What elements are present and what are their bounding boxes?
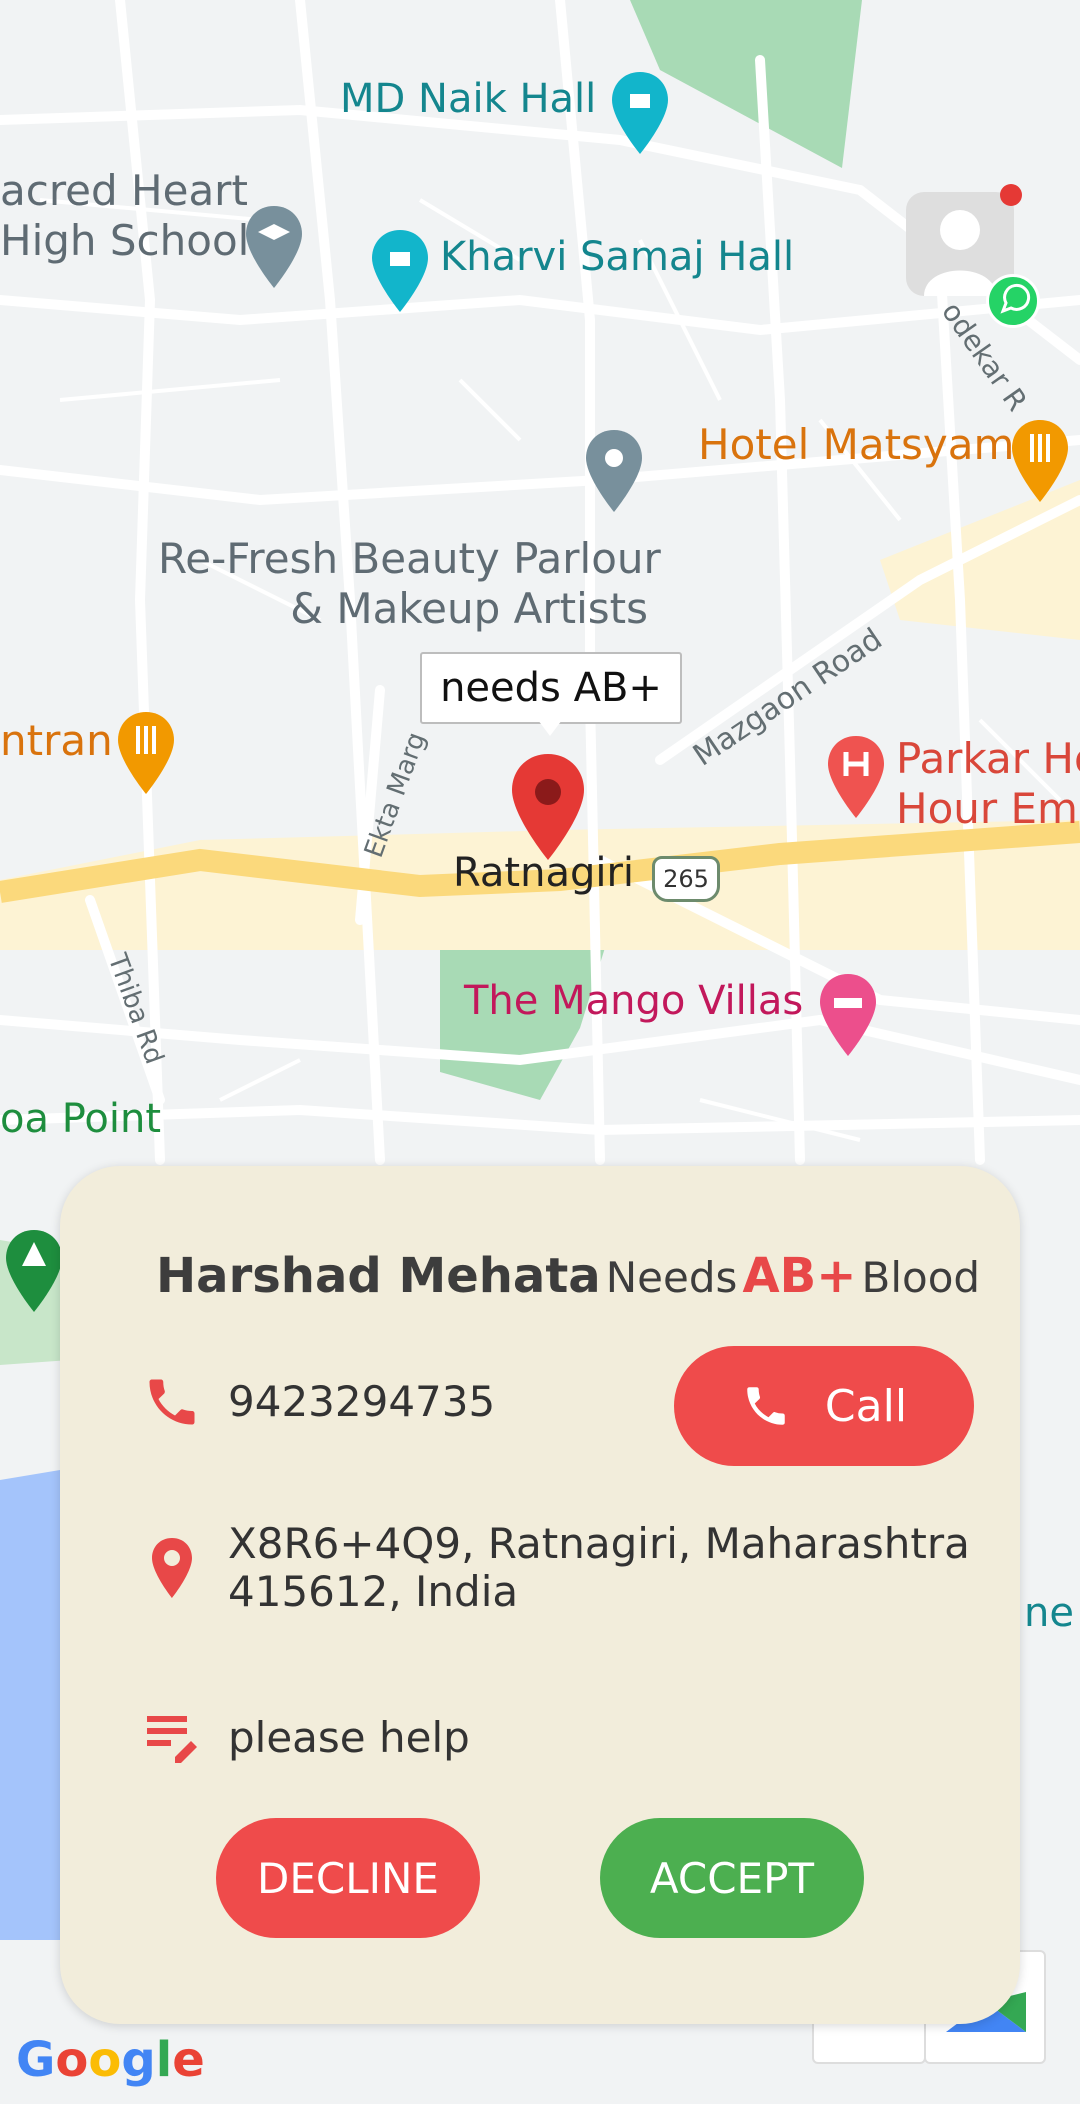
school-pin-icon[interactable] [244,204,304,290]
monument-pin-icon[interactable] [610,70,670,156]
request-title: Harshad Mehata Needs AB+ Blood [156,1248,980,1304]
poi-md-naik-hall[interactable]: MD Naik Hall [340,76,596,122]
marker-callout[interactable]: needs AB+ [420,652,682,724]
callout-tail [538,720,562,736]
phone-icon [140,1370,204,1434]
note-text: please help [228,1713,470,1762]
call-button[interactable]: Call [674,1346,974,1466]
poi-right-edge[interactable]: ne S [1024,1590,1080,1636]
call-label: Call [824,1380,908,1432]
poi-kharvi-samaj-hall[interactable]: Kharvi Samaj Hall [440,234,794,280]
monument-pin-icon[interactable] [370,228,430,314]
poi-restaurant-left[interactable]: ntran [0,716,113,765]
address-row: X8R6+4Q9, Ratnagiri, Maharashtra 415612,… [140,1520,970,1616]
restaurant-pin-icon[interactable] [116,710,176,796]
needs-label: Needs [605,1253,738,1302]
city-label: Ratnagiri [453,850,635,896]
note-edit-icon [140,1706,204,1770]
blood-label: Blood [861,1253,981,1302]
decline-button[interactable]: DECLINE [216,1818,480,1938]
hospital-pin-icon[interactable] [826,734,886,820]
poi-refresh-beauty[interactable]: Re-Fresh Beauty Parlour & Makeup Artists [158,534,661,634]
whatsapp-icon [986,274,1040,328]
highway-shield: 265 [652,856,720,902]
place-pin-icon[interactable] [584,428,644,514]
poi-mango-villas[interactable]: The Mango Villas [464,978,803,1024]
accept-button[interactable]: ACCEPT [600,1818,864,1938]
poi-point-left[interactable]: oa Point [0,1096,161,1142]
restaurant-pin-icon[interactable] [1010,418,1070,504]
location-marker-icon[interactable] [510,752,586,862]
requester-name: Harshad Mehata [156,1248,601,1304]
water-area [0,1470,60,1940]
poi-hotel-matsyam[interactable]: Hotel Matsyam [698,420,1014,469]
phone-row: 9423294735 [140,1370,495,1434]
poi-parkar-hospital[interactable]: Parkar HoHour Eme [896,734,1080,834]
location-pin-icon [140,1536,204,1600]
poi-sacred-heart[interactable]: acred Heart High School [0,166,249,266]
notification-dot [1000,184,1022,206]
blood-request-card: Harshad Mehata Needs AB+ Blood 942329473… [60,1166,1020,2024]
note-row: please help [140,1706,470,1770]
park-pin-icon[interactable] [4,1228,64,1314]
phone-number: 9423294735 [228,1377,496,1426]
address-text: X8R6+4Q9, Ratnagiri, Maharashtra 415612,… [228,1519,970,1616]
blood-group: AB+ [742,1248,857,1304]
phone-icon [747,1387,785,1425]
hotel-pin-icon[interactable] [818,972,878,1058]
google-logo: Google [16,2032,205,2088]
